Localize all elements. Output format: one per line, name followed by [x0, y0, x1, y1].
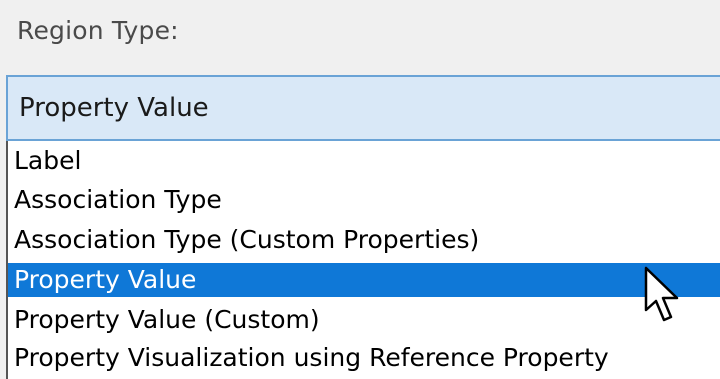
- region-type-label: Region Type:: [17, 16, 179, 45]
- option-association-type-custom-properties[interactable]: Association Type (Custom Properties): [8, 223, 720, 257]
- option-label[interactable]: Label: [8, 144, 720, 178]
- option-property-visualization-reference[interactable]: Property Visualization using Reference P…: [8, 341, 720, 375]
- option-property-value[interactable]: Property Value: [8, 263, 720, 297]
- option-association-type[interactable]: Association Type: [8, 183, 720, 217]
- region-type-dropdown-list[interactable]: Label Association Type Association Type …: [6, 141, 720, 379]
- region-type-select[interactable]: Property Value: [6, 75, 720, 141]
- option-property-value-custom[interactable]: Property Value (Custom): [8, 303, 720, 337]
- selected-value: Property Value: [19, 93, 209, 123]
